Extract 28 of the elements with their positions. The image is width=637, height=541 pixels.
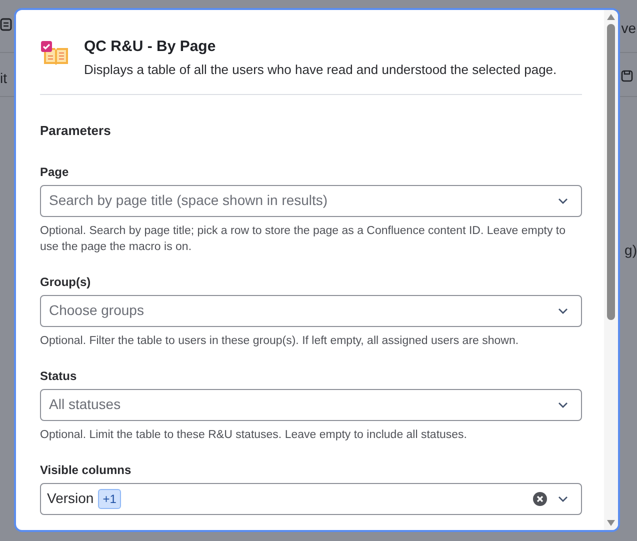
background-text: g): [624, 241, 637, 260]
select-placeholder: Choose groups: [49, 301, 145, 320]
field-label: Page: [40, 164, 70, 180]
select-field[interactable]: All statuses: [40, 388, 582, 420]
dialog-title: QC R&U - By Page: [84, 37, 217, 57]
scrollbar[interactable]: [604, 10, 618, 530]
section-title: Parameters: [40, 122, 112, 140]
help-text: Optional. Search by page title; pick a row to store the page as a Confluence content ID. Leave empty to use the page the macro is on.: [40, 224, 566, 254]
help-text: Optional. Filter the table to users in these group(s). If left empty, all assigned users are shown.: [40, 334, 520, 348]
help-text: Optional. Limit the table to these R&U statuses. Leave empty to include all statuses.: [40, 428, 468, 442]
more-count-badge[interactable]: +1: [98, 488, 122, 508]
select-placeholder: All statuses: [49, 395, 122, 414]
dialog-description: Displays a table of all the users who have read and understood the selected page.: [84, 61, 558, 79]
field-label: Status: [40, 368, 78, 384]
save-icon: [621, 70, 633, 82]
field-label: Group(s): [40, 274, 92, 290]
scroll-up-icon[interactable]: [607, 14, 615, 20]
field-label: Visible columns: [40, 462, 132, 478]
background-text: it: [0, 69, 7, 88]
clear-icon[interactable]: [533, 492, 547, 506]
select-field[interactable]: Choose groups: [40, 294, 582, 326]
selected-value: Version: [47, 489, 94, 508]
background-text: ve: [621, 19, 636, 38]
document-icon: [0, 18, 12, 32]
select-placeholder: Search by page title (space shown in results): [49, 191, 329, 210]
select-field[interactable]: Search by page title (space shown in results): [40, 184, 582, 216]
scroll-down-icon[interactable]: [607, 520, 615, 526]
multi-select-field[interactable]: Version +1: [40, 482, 582, 514]
